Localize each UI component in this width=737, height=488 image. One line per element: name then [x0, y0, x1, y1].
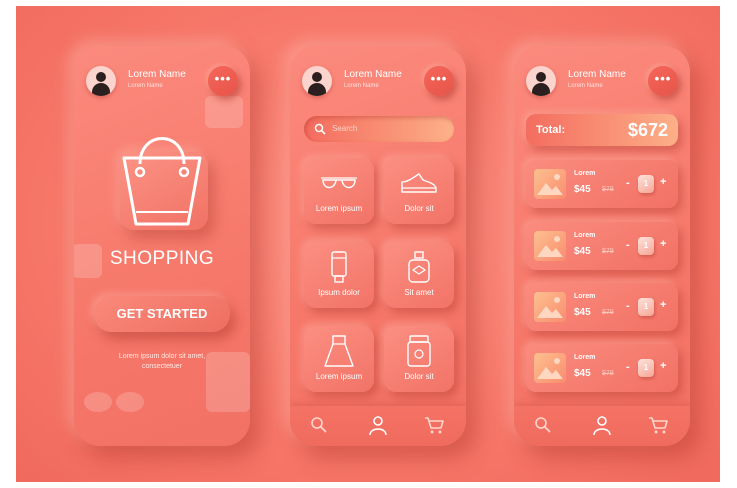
user-icon[interactable]	[369, 416, 387, 436]
sunglasses-icon	[321, 177, 357, 189]
cart-item[interactable]: Lorem $45 $79 - 1 +	[526, 160, 678, 208]
welcome-description: Lorem ipsum dolor sit amet, consectetuer	[118, 353, 206, 370]
user-header: Lorem Name Lorem Name •••	[86, 66, 238, 102]
bottom-nav	[514, 406, 690, 446]
category-label: Lorem ipsum	[315, 372, 363, 381]
item-name: Lorem	[574, 354, 596, 361]
decrease-quantity-button[interactable]: -	[626, 300, 630, 312]
perfume-bottle-icon	[408, 251, 430, 283]
increase-quantity-button[interactable]: +	[660, 176, 666, 188]
avatar[interactable]	[526, 66, 556, 96]
product-image-icon	[534, 169, 566, 199]
dress-icon	[324, 335, 354, 367]
category-label: Sit amet	[404, 288, 434, 297]
category-tile[interactable]: Lorem ipsum	[304, 158, 374, 224]
item-old-price: $79	[602, 309, 614, 316]
catalog-screen: Lorem Name Lorem Name ••• Search Lorem i…	[290, 46, 466, 446]
item-name: Lorem	[574, 170, 596, 177]
more-options-button[interactable]: •••	[208, 66, 238, 96]
cart-item[interactable]: Lorem $45 $79 - 1 +	[526, 222, 678, 270]
category-tile[interactable]: Lorem ipsum	[304, 326, 374, 392]
item-old-price: $79	[602, 248, 614, 255]
increase-quantity-button[interactable]: +	[660, 299, 666, 311]
category-label: Dolor sit	[404, 204, 434, 213]
quantity-value[interactable]: 1	[638, 359, 654, 377]
search-icon[interactable]	[310, 416, 328, 434]
product-image-icon	[534, 292, 566, 322]
stage-background: Lorem Name Lorem Name ••• SHOPPING GET S…	[16, 6, 720, 482]
item-name: Lorem	[574, 232, 596, 239]
decrease-quantity-button[interactable]: -	[626, 239, 630, 251]
user-name: Lorem Name	[128, 69, 186, 80]
quantity-value[interactable]: 1	[638, 175, 654, 193]
category-label: Lorem ipsum	[315, 204, 363, 213]
user-header: Lorem Name Lorem Name •••	[302, 66, 454, 102]
user-name: Lorem Name	[344, 69, 402, 80]
item-price: $45	[574, 368, 591, 379]
increase-quantity-button[interactable]: +	[660, 238, 666, 250]
product-image-icon	[534, 231, 566, 261]
increase-quantity-button[interactable]: +	[660, 360, 666, 372]
cart-screen: Lorem Name Lorem Name ••• Total: $672 Lo…	[514, 46, 690, 446]
category-tile[interactable]: Dolor sit	[384, 326, 454, 392]
decrease-quantity-button[interactable]: -	[626, 177, 630, 189]
search-placeholder: Search	[332, 124, 358, 133]
cart-icon[interactable]	[424, 416, 444, 434]
category-label: Dolor sit	[404, 372, 434, 381]
item-name: Lorem	[574, 293, 596, 300]
lotion-tube-icon	[331, 251, 347, 283]
item-old-price: $79	[602, 370, 614, 377]
user-subtitle: Lorem Name	[128, 83, 163, 89]
avatar[interactable]	[86, 66, 116, 96]
user-subtitle: Lorem Name	[568, 83, 603, 89]
bottom-nav	[290, 406, 466, 446]
get-started-button[interactable]: GET STARTED	[94, 296, 230, 332]
sunglasses-decoration-icon	[84, 392, 144, 412]
jar-icon	[407, 335, 431, 367]
product-image-icon	[534, 353, 566, 383]
search-icon	[314, 123, 326, 135]
decrease-quantity-button[interactable]: -	[626, 361, 630, 373]
user-subtitle: Lorem Name	[344, 83, 379, 89]
quantity-value[interactable]: 1	[638, 298, 654, 316]
user-icon[interactable]	[593, 416, 611, 436]
cart-icon[interactable]	[648, 416, 668, 434]
search-input[interactable]: Search	[304, 116, 454, 142]
total-value: $672	[627, 120, 668, 140]
user-header: Lorem Name Lorem Name •••	[526, 66, 678, 102]
item-old-price: $79	[602, 186, 614, 193]
category-tile[interactable]: Ipsum dolor	[304, 242, 374, 308]
category-label: Ipsum dolor	[318, 288, 360, 297]
sneaker-icon	[401, 173, 437, 193]
cart-item[interactable]: Lorem $45 $79 - 1 +	[526, 344, 678, 392]
total-label: Total:	[536, 124, 566, 136]
category-tile[interactable]: Sit amet	[384, 242, 454, 308]
more-options-button[interactable]: •••	[648, 66, 678, 96]
shopping-bag-icon	[122, 137, 202, 226]
item-price: $45	[574, 246, 591, 257]
user-name: Lorem Name	[568, 69, 626, 80]
quantity-value[interactable]: 1	[638, 237, 654, 255]
total-bar: Total: $672	[526, 114, 678, 146]
item-price: $45	[574, 184, 591, 195]
search-icon[interactable]	[534, 416, 552, 434]
category-tile[interactable]: Dolor sit	[384, 158, 454, 224]
welcome-title: SHOPPING	[109, 248, 215, 269]
cart-item[interactable]: Lorem $45 $79 - 1 +	[526, 283, 678, 331]
avatar[interactable]	[302, 66, 332, 96]
more-options-button[interactable]: •••	[424, 66, 454, 96]
item-price: $45	[574, 307, 591, 318]
welcome-screen: Lorem Name Lorem Name ••• SHOPPING GET S…	[74, 46, 250, 446]
